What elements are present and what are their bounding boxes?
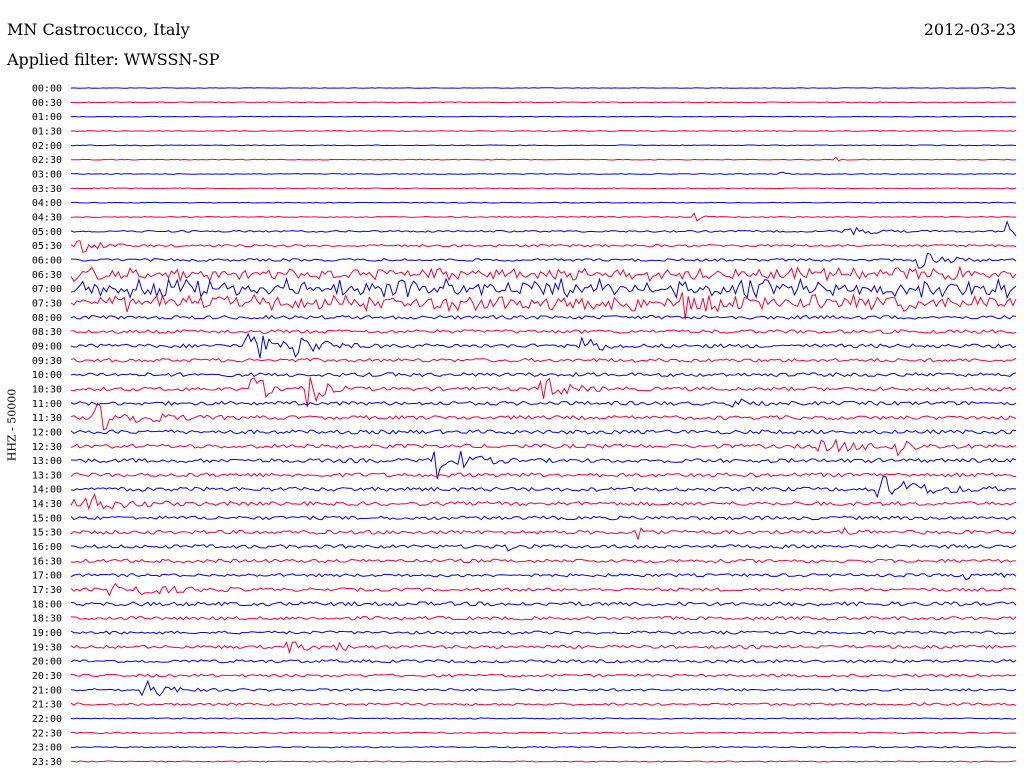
time-tick-label: 08:00 — [32, 313, 62, 324]
trace-line — [70, 582, 1017, 597]
time-tick-label: 01:30 — [32, 126, 62, 137]
time-tick-label: 00:00 — [32, 84, 62, 95]
time-tick-label: 01:00 — [32, 112, 62, 123]
time-tick-label: 21:00 — [32, 685, 62, 696]
trace-line — [70, 572, 1017, 581]
time-tick-label: 17:00 — [32, 571, 62, 582]
time-tick-label: 15:00 — [32, 513, 62, 524]
trace-line — [70, 731, 1017, 734]
seismogram-plot: 00:00 00:30 01:00 01:30 02:00 02:30 03:00 03:30… — [32, 84, 1017, 769]
trace-line — [70, 760, 1017, 763]
time-tick-label: 08:30 — [32, 327, 62, 338]
time-tick-label: 22:30 — [32, 728, 62, 739]
time-tick-label: 13:00 — [32, 456, 62, 467]
time-tick-label: 03:00 — [32, 169, 62, 180]
trace-line — [70, 371, 1017, 378]
trace-line — [70, 212, 1017, 222]
trace-line — [70, 702, 1017, 706]
time-tick-label: 18:30 — [32, 614, 62, 625]
trace-line — [70, 240, 1017, 253]
trace-line — [70, 679, 1017, 697]
time-tick-label: 23:30 — [32, 757, 62, 768]
trace-line — [70, 630, 1017, 635]
trace-line — [70, 717, 1017, 720]
time-tick-label: 02:00 — [32, 141, 62, 152]
time-tick-label: 07:00 — [32, 284, 62, 295]
time-tick-label: 20:30 — [32, 671, 62, 682]
time-tick-label: 17:30 — [32, 585, 62, 596]
time-tick-label: 16:00 — [32, 542, 62, 553]
trace-line — [70, 357, 1017, 363]
trace-line — [70, 130, 1017, 132]
trace-line — [70, 493, 1017, 511]
time-tick-label: 12:00 — [32, 427, 62, 438]
time-tick-label: 11:00 — [32, 399, 62, 410]
time-tick-label: 05:30 — [32, 241, 62, 252]
trace-line — [70, 265, 1017, 283]
time-tick-label: 23:00 — [32, 743, 62, 754]
trace-line — [70, 201, 1017, 204]
trace-line — [70, 144, 1017, 147]
trace-line — [70, 402, 1017, 431]
time-tick-label: 14:00 — [32, 485, 62, 496]
trace-line — [70, 526, 1017, 541]
trace-line — [70, 515, 1017, 521]
time-tick-label: 18:00 — [32, 599, 62, 610]
trace-line — [70, 314, 1017, 320]
trace-line — [70, 429, 1017, 435]
time-tick-label: 14:30 — [32, 499, 62, 510]
time-tick-label: 19:30 — [32, 642, 62, 653]
time-tick-label: 07:30 — [32, 298, 62, 309]
trace-line — [70, 601, 1017, 607]
trace-line — [70, 746, 1017, 749]
time-tick-label: 09:30 — [32, 356, 62, 367]
trace-line — [70, 451, 1017, 479]
trace-line — [70, 475, 1017, 499]
time-tick-label: 04:30 — [32, 212, 62, 223]
trace-line — [70, 115, 1017, 118]
time-tick-label: 00:30 — [32, 98, 62, 109]
time-tick-label: 21:30 — [32, 700, 62, 711]
trace-line — [70, 277, 1017, 300]
time-tick-label: 19:00 — [32, 628, 62, 639]
time-tick-label: 09:00 — [32, 341, 62, 352]
trace-line — [70, 292, 1017, 320]
trace-line — [70, 332, 1017, 359]
time-tick-label: 06:00 — [32, 255, 62, 266]
time-tick-label: 05:00 — [32, 227, 62, 238]
trace-line — [70, 673, 1017, 678]
time-tick-label: 16:30 — [32, 556, 62, 567]
time-tick-group: 00:00 00:30 01:00 01:30 02:00 02:30 03:00 03:30… — [32, 84, 62, 769]
time-tick-label: 11:30 — [32, 413, 62, 424]
time-tick-label: 02:30 — [32, 155, 62, 166]
trace-line — [70, 377, 1017, 408]
time-tick-label: 04:00 — [32, 198, 62, 209]
trace-line — [70, 398, 1017, 408]
trace-line — [70, 220, 1017, 237]
trace-line — [70, 252, 1017, 269]
time-tick-label: 20:00 — [32, 657, 62, 668]
trace-line — [70, 659, 1017, 664]
time-tick-label: 22:00 — [32, 714, 62, 725]
time-tick-label: 13:30 — [32, 470, 62, 481]
trace-line — [70, 101, 1017, 104]
time-tick-label: 10:30 — [32, 384, 62, 395]
trace-line — [70, 472, 1017, 478]
time-tick-label: 10:00 — [32, 370, 62, 381]
trace-line — [70, 438, 1017, 457]
trace-line — [70, 171, 1017, 175]
trace-line — [71, 156, 1017, 162]
trace-line — [70, 544, 1017, 552]
time-tick-label: 15:30 — [32, 528, 62, 539]
trace-line — [70, 615, 1017, 621]
trace-line — [70, 187, 1017, 190]
trace-group — [70, 87, 1017, 763]
trace-line — [70, 558, 1017, 564]
time-tick-label: 03:30 — [32, 184, 62, 195]
trace-line — [70, 87, 1017, 89]
time-tick-label: 12:30 — [32, 442, 62, 453]
trace-line — [70, 641, 1017, 655]
trace-line — [70, 329, 1017, 335]
time-tick-label: 06:30 — [32, 270, 62, 281]
